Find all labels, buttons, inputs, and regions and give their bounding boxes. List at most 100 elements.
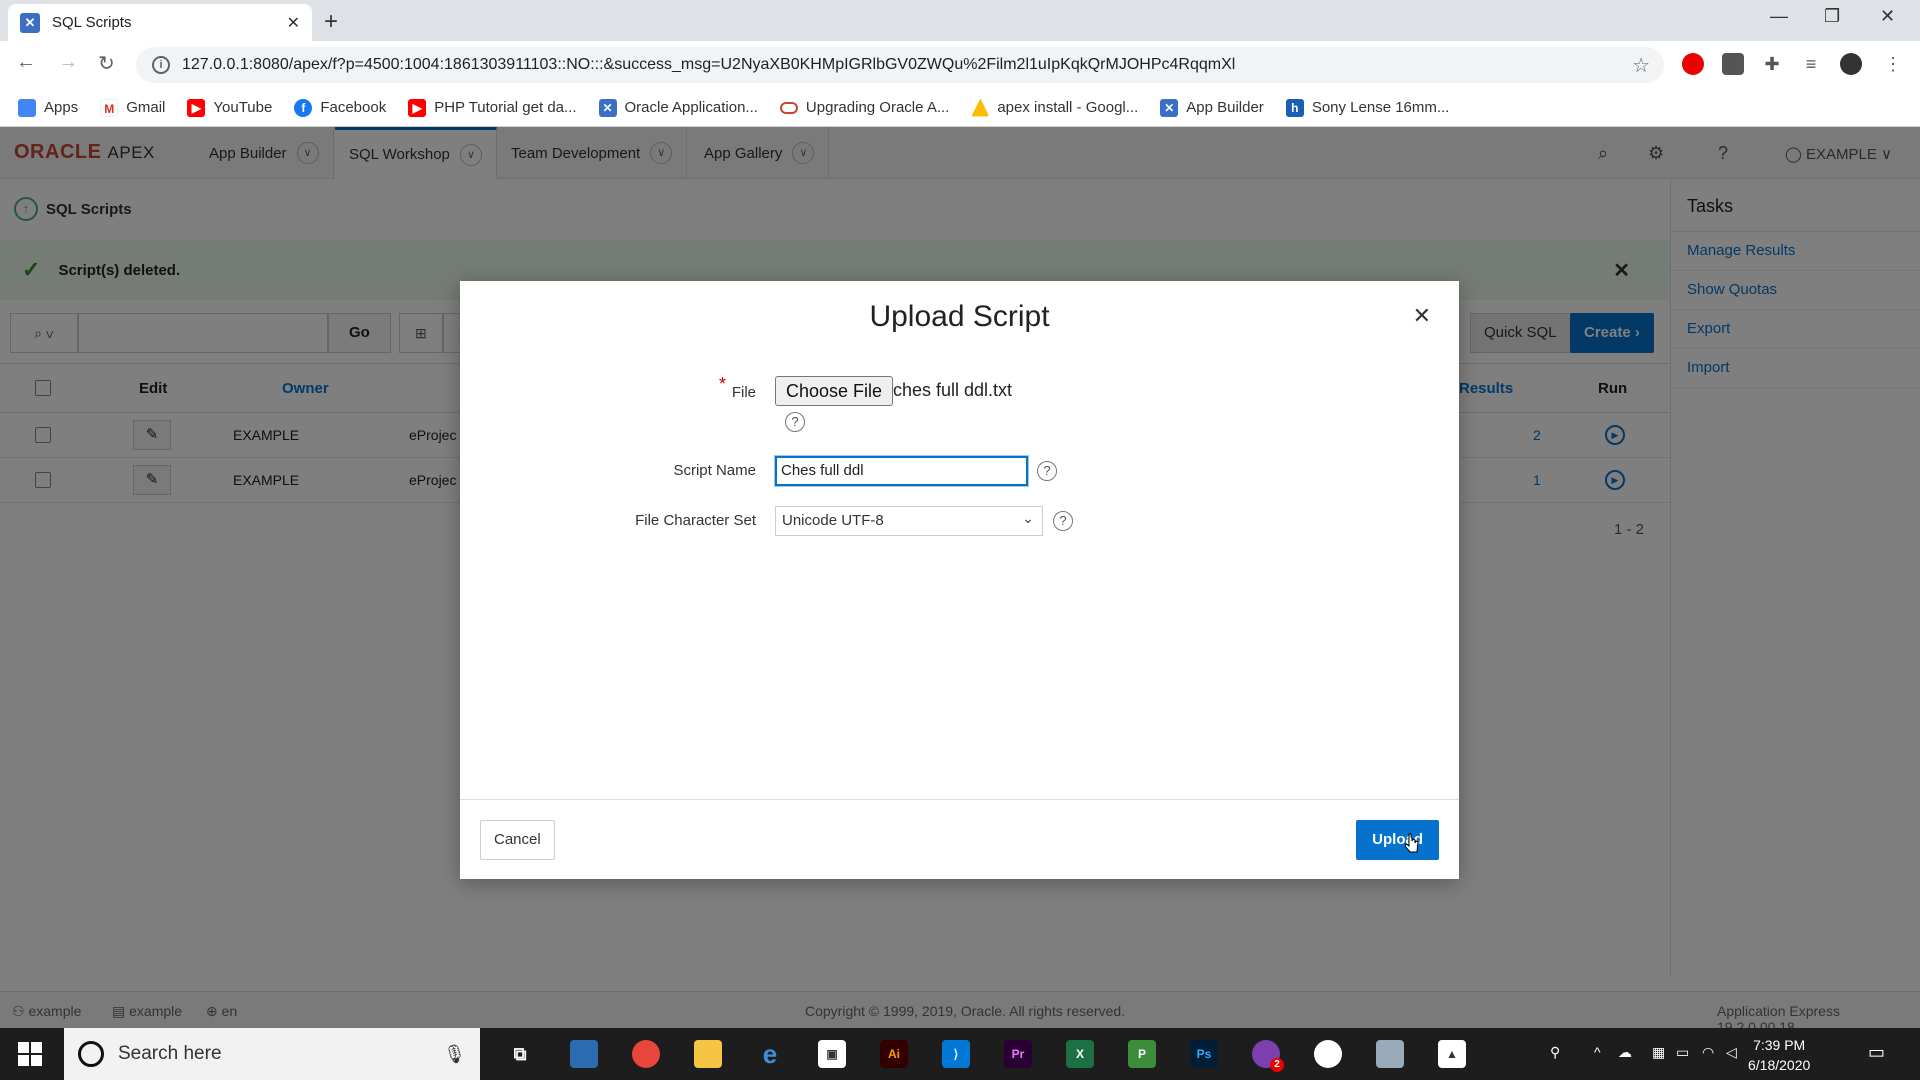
youtube-icon: ▶	[187, 98, 206, 117]
back-icon[interactable]: ←	[16, 51, 36, 74]
cancel-button[interactable]: Cancel	[480, 820, 555, 860]
clock-time: 7:39 PM	[1753, 1037, 1806, 1053]
restore-icon[interactable]: ❐	[1824, 6, 1840, 27]
bookmark-label: apex install - Googl...	[997, 99, 1139, 116]
facebook-icon: f	[294, 98, 313, 117]
bookmark-gmail[interactable]: M Gmail	[100, 98, 166, 117]
help-icon[interactable]: ?	[785, 412, 805, 432]
store-icon[interactable]: ▣	[818, 1040, 846, 1068]
extension-icon[interactable]	[1722, 53, 1744, 75]
publisher-icon[interactable]: P	[1128, 1040, 1156, 1068]
minimize-icon[interactable]: —	[1770, 6, 1788, 27]
charset-label: File Character Set	[635, 512, 756, 529]
forward-icon[interactable]: →	[58, 51, 78, 74]
file-explorer-icon[interactable]	[694, 1040, 722, 1068]
windows-start-icon[interactable]	[18, 1042, 42, 1066]
apex-icon: ✕	[1160, 98, 1179, 117]
bookmark-youtube[interactable]: ▶ YouTube	[187, 98, 273, 117]
notifications-icon[interactable]: ▭	[1868, 1042, 1885, 1063]
windows-taskbar: Search here 🎙 ⧉ e ▣ Ai ⟩ Pr X P Ps 2 ▲ ⚲…	[0, 1028, 1920, 1080]
site-info-icon[interactable]: i	[152, 56, 170, 74]
chevron-down-icon: ⌄	[1022, 510, 1034, 526]
file-label: File	[680, 384, 776, 401]
apps-grid-icon	[18, 98, 36, 117]
bookmark-php[interactable]: ▶ PHP Tutorial get da...	[408, 98, 577, 117]
close-icon[interactable]: ✕	[1413, 303, 1431, 329]
viber-icon[interactable]: 2	[1252, 1040, 1284, 1072]
dialog-title: Upload Script	[869, 300, 1050, 333]
oracle-icon	[779, 101, 798, 114]
photos-icon[interactable]: ▲	[1438, 1040, 1466, 1068]
avatar[interactable]	[1840, 53, 1862, 75]
search-placeholder: Search here	[118, 1043, 222, 1064]
bookmark-label: PHP Tutorial get da...	[434, 99, 577, 116]
slack-icon[interactable]	[1314, 1040, 1342, 1068]
cortana-icon	[78, 1041, 104, 1067]
clock-date: 6/18/2020	[1748, 1057, 1811, 1073]
close-tab-icon[interactable]: ✕	[287, 13, 300, 33]
mouse-pointer-icon	[1405, 833, 1419, 853]
address-bar[interactable]: i 127.0.0.1:8080/apex/f?p=4500:1004:1861…	[136, 47, 1664, 83]
window-close-icon[interactable]: ✕	[1880, 6, 1895, 27]
illustrator-icon[interactable]: Ai	[880, 1040, 908, 1068]
url-text: 127.0.0.1:8080/apex/f?p=4500:1004:186130…	[182, 56, 1236, 73]
new-tab-icon[interactable]: +	[324, 8, 338, 36]
puzzle-icon[interactable]: ✚	[1761, 53, 1783, 75]
excel-icon[interactable]: X	[1066, 1040, 1094, 1068]
wifi-icon[interactable]: ◠	[1702, 1044, 1714, 1061]
bookmark-sony[interactable]: h Sony Lense 16mm...	[1285, 98, 1450, 117]
bookmark-facebook[interactable]: f Facebook	[294, 98, 386, 117]
selected-file-name: ches full ddl.txt	[893, 380, 1013, 400]
tray-icon[interactable]: ▦	[1652, 1044, 1665, 1061]
file-label-text: File	[731, 384, 756, 401]
bookmark-label: Apps	[44, 99, 79, 116]
notification-badge: 2	[1270, 1058, 1284, 1072]
app-icon[interactable]	[570, 1040, 598, 1068]
task-view-icon[interactable]: ⧉	[506, 1040, 534, 1068]
reload-icon[interactable]: ↻	[98, 51, 115, 76]
bookmark-label: Upgrading Oracle A...	[805, 99, 950, 116]
onedrive-icon[interactable]: ☁	[1618, 1044, 1632, 1061]
browser-tabbar: ✕ SQL Scripts ✕ + — ❐ ✕	[0, 0, 1920, 41]
site-icon: h	[1285, 98, 1304, 117]
bookmark-upgrading[interactable]: Upgrading Oracle A...	[779, 99, 950, 116]
bookmark-label: Sony Lense 16mm...	[1311, 99, 1450, 116]
script-name-label: Script Name	[673, 462, 756, 479]
drive-icon	[971, 98, 990, 117]
microphone-icon[interactable]: 🎙	[443, 1044, 466, 1065]
tab-title: SQL Scripts	[52, 14, 132, 31]
volume-icon[interactable]: ◁	[1726, 1044, 1737, 1061]
opera-extension-icon[interactable]	[1682, 53, 1704, 75]
clock[interactable]: 7:39 PM 6/18/2020	[1748, 1035, 1810, 1075]
menu-icon[interactable]: ⋮	[1882, 53, 1904, 75]
people-icon[interactable]: ⚲	[1550, 1044, 1560, 1061]
edge-icon[interactable]: e	[756, 1040, 784, 1068]
help-icon[interactable]: ?	[1037, 461, 1057, 481]
help-icon[interactable]: ?	[1053, 511, 1073, 531]
bookmark-star-icon[interactable]: ☆	[1632, 53, 1650, 78]
bookmark-label: Gmail	[126, 99, 166, 116]
script-name-input[interactable]: Ches full ddl	[775, 456, 1028, 486]
vscode-icon[interactable]: ⟩	[942, 1040, 970, 1068]
taskbar-search[interactable]: Search here 🎙	[64, 1028, 480, 1080]
bookmark-app-builder[interactable]: ✕ App Builder	[1160, 98, 1264, 117]
photoshop-icon[interactable]: Ps	[1190, 1040, 1218, 1068]
battery-icon[interactable]: ▭	[1676, 1044, 1689, 1061]
apex-icon: ✕	[598, 98, 617, 117]
bookmarks-bar: Apps M Gmail ▶ YouTube f Facebook ▶ PHP Tuto…	[0, 89, 1920, 127]
bookmark-label: App Builder	[1186, 99, 1264, 116]
choose-file-button[interactable]: Choose File	[775, 376, 894, 406]
chrome-icon[interactable]	[632, 1040, 660, 1068]
charset-value: Unicode UTF-8	[782, 512, 884, 529]
browser-tab[interactable]: ✕ SQL Scripts ✕	[8, 4, 312, 41]
charset-select[interactable]: Unicode UTF-8 ⌄	[775, 506, 1043, 536]
premiere-icon[interactable]: Pr	[1004, 1040, 1032, 1068]
app-icon[interactable]	[1376, 1040, 1404, 1068]
bookmark-oracle-app[interactable]: ✕ Oracle Application...	[598, 98, 758, 117]
media-icon[interactable]: ≡	[1800, 53, 1822, 75]
bookmark-apex-install[interactable]: apex install - Googl...	[971, 98, 1139, 117]
bookmark-apps[interactable]: Apps	[18, 98, 79, 117]
upload-button[interactable]: Upload	[1356, 820, 1439, 860]
chevron-up-icon[interactable]: ^	[1594, 1044, 1601, 1060]
bookmark-label: YouTube	[213, 99, 273, 116]
